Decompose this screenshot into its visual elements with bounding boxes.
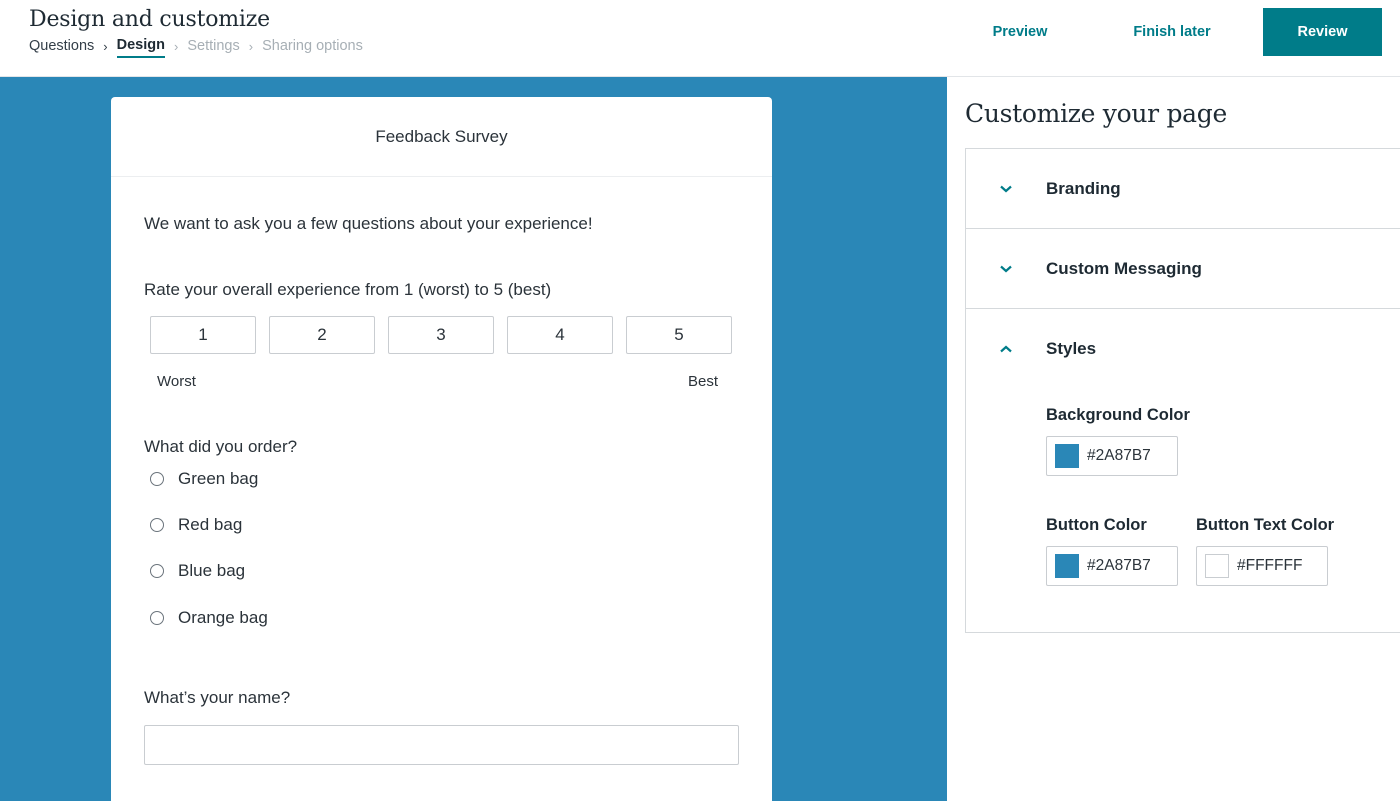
rating-option-3[interactable]: 3 xyxy=(388,316,494,354)
chevron-up-icon xyxy=(966,344,1046,354)
breadcrumb: Questions › Design › Settings › Sharing … xyxy=(29,37,363,58)
button-text-color-label: Button Text Color xyxy=(1196,516,1335,534)
rating-option-2[interactable]: 2 xyxy=(269,316,375,354)
section-label: Branding xyxy=(1046,178,1121,198)
breadcrumb-sharing-options[interactable]: Sharing options xyxy=(262,38,363,57)
background-color-value: #2A87B7 xyxy=(1087,447,1151,464)
rating-option-5[interactable]: 5 xyxy=(626,316,732,354)
panel-title: Customize your page xyxy=(965,99,1227,128)
order-option-green-bag[interactable]: Green bag xyxy=(150,469,258,489)
survey-intro: We want to ask you a few questions about… xyxy=(144,214,593,233)
rating-option-1[interactable]: 1 xyxy=(150,316,256,354)
rating-low-label: Worst xyxy=(157,373,196,390)
option-label: Green bag xyxy=(178,469,259,488)
order-option-blue-bag[interactable]: Blue bag xyxy=(150,561,245,581)
survey-preview-canvas: Feedback Survey We want to ask you a few… xyxy=(0,77,947,801)
button-text-color-value: #FFFFFF xyxy=(1237,557,1303,574)
button-color-field[interactable]: #2A87B7 xyxy=(1046,546,1178,586)
survey-title: Feedback Survey xyxy=(111,97,772,177)
order-option-orange-bag[interactable]: Orange bag xyxy=(150,608,268,628)
section-custom-messaging[interactable]: Custom Messaging xyxy=(966,229,1400,309)
radio-button[interactable] xyxy=(150,611,164,625)
color-swatch[interactable] xyxy=(1055,444,1079,468)
order-question: What did you order? xyxy=(144,437,298,456)
finish-later-button[interactable]: Finish later xyxy=(1118,8,1226,56)
rating-question: Rate your overall experience from 1 (wor… xyxy=(144,280,552,299)
breadcrumb-design[interactable]: Design xyxy=(116,37,165,58)
name-question: What’s your name? xyxy=(144,688,291,707)
chevron-down-icon xyxy=(966,264,1046,274)
radio-button[interactable] xyxy=(150,472,164,486)
section-label: Custom Messaging xyxy=(1046,258,1202,278)
button-color-label: Button Color xyxy=(1046,516,1147,534)
chevron-down-icon xyxy=(966,184,1046,194)
section-label: Styles xyxy=(1046,339,1097,358)
option-label: Red bag xyxy=(178,515,243,534)
color-swatch[interactable] xyxy=(1205,554,1229,578)
preview-button[interactable]: Preview xyxy=(972,8,1068,56)
name-input[interactable] xyxy=(144,725,739,765)
chevron-right-icon: › xyxy=(103,38,108,54)
survey-card: Feedback Survey We want to ask you a few… xyxy=(111,97,772,801)
color-swatch[interactable] xyxy=(1055,554,1079,578)
review-button[interactable]: Review xyxy=(1263,8,1382,56)
button-text-color-field[interactable]: #FFFFFF xyxy=(1196,546,1328,586)
page-title: Design and customize xyxy=(29,7,270,32)
background-color-label: Background Color xyxy=(1046,406,1190,424)
rating-scale: 1 2 3 4 5 xyxy=(150,316,732,354)
chevron-right-icon: › xyxy=(173,38,179,54)
chevron-right-icon: › xyxy=(248,38,254,54)
customize-accordion: Branding Custom Messaging Styles Backgro… xyxy=(965,148,1400,633)
top-header: Design and customize Questions › Design … xyxy=(0,0,1400,77)
radio-button[interactable] xyxy=(150,564,164,578)
option-label: Blue bag xyxy=(178,561,246,580)
rating-option-4[interactable]: 4 xyxy=(507,316,613,354)
rating-high-label: Best xyxy=(688,373,719,390)
option-label: Orange bag xyxy=(178,608,268,627)
order-option-red-bag[interactable]: Red bag xyxy=(150,515,242,535)
radio-button[interactable] xyxy=(150,518,164,532)
button-color-value: #2A87B7 xyxy=(1087,557,1151,574)
section-styles[interactable]: Styles xyxy=(966,309,1400,389)
customize-panel: Customize your page Branding Custom Mess… xyxy=(947,77,1400,801)
breadcrumb-questions[interactable]: Questions xyxy=(29,38,94,57)
background-color-field[interactable]: #2A87B7 xyxy=(1046,436,1178,476)
breadcrumb-settings[interactable]: Settings xyxy=(187,38,239,57)
section-branding[interactable]: Branding xyxy=(966,149,1400,229)
